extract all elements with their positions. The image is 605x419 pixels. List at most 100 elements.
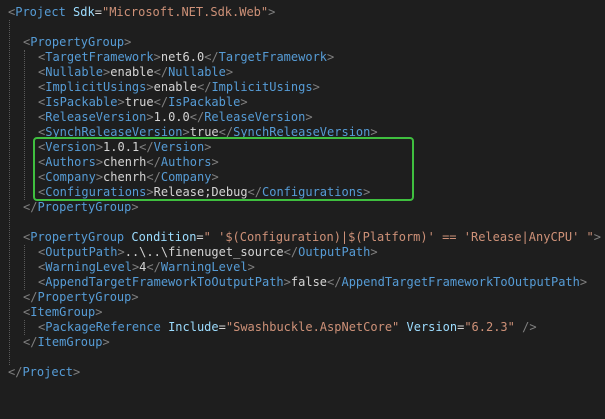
code-line: <PropertyGroup Condition=" '$(Configurat… (23, 230, 601, 245)
code-line: <WarningLevel>4</WarningLevel> (38, 260, 255, 275)
tag-name: PropertyGroup (30, 230, 125, 244)
attribute-value: " '$(Configuration)|$(Platform)' == 'Rel… (203, 230, 594, 244)
equals-sign: = (94, 5, 102, 19)
tag-bracket: </ (283, 245, 299, 259)
tag-bracket: > (124, 35, 132, 49)
closing-tag-name: ItemGroup (37, 335, 103, 349)
attribute-value: "Swashbuckle.AspNetCore" (225, 320, 400, 334)
tag-bracket: </ (189, 110, 205, 124)
tag-bracket: </ (153, 95, 169, 109)
tag-bracket: > (247, 260, 255, 274)
tag-bracket: </ (8, 365, 23, 379)
indent-guide (24, 245, 25, 290)
element-value: true (124, 95, 154, 109)
closing-tag-name: OutputPath (298, 245, 371, 259)
code-line: </Project> (8, 365, 80, 380)
attribute-name: Sdk (73, 5, 95, 19)
attribute-value: "6.2.3" (464, 320, 515, 334)
code-line: <ReleaseVersion>1.0.0</ReleaseVersion> (38, 110, 313, 125)
code-line: <OutputPath>..\..\finenuget_source</Outp… (38, 245, 378, 260)
code-line: </ItemGroup> (23, 335, 110, 350)
closing-tag-name: PropertyGroup (37, 200, 132, 214)
element-value: false (290, 275, 328, 289)
attribute-value: "Microsoft.NET.Sdk.Web" (101, 5, 269, 19)
tag-bracket: > (283, 275, 291, 289)
code-line: <TargetFramework>net6.0</TargetFramework… (38, 50, 334, 65)
code-line: <ItemGroup> (23, 305, 103, 320)
tag-bracket: > (146, 110, 154, 124)
closing-tag-name: TargetFramework (218, 50, 328, 64)
closing-tag-name: WarningLevel (160, 260, 248, 274)
tag-bracket: > (117, 245, 125, 259)
tag-name: ImplicitUsings (45, 80, 147, 94)
tag-name: WarningLevel (45, 260, 132, 274)
closing-tag-name: IsPackable (168, 95, 241, 109)
tag-bracket: /> (514, 320, 537, 334)
tag-bracket: > (131, 200, 139, 214)
closing-tag-name: PropertyGroup (37, 290, 132, 304)
code-line: <Nullable>enable</Nullable> (38, 65, 233, 80)
highlight-box (33, 137, 414, 201)
code-line: </PropertyGroup> (23, 200, 139, 215)
closing-tag-name: AppendTargetFrameworkToOutputPath (341, 275, 580, 289)
attribute-name: Include (168, 320, 219, 334)
code-line: <AppendTargetFrameworkToOutputPath>false… (38, 275, 587, 290)
tag-bracket: </ (146, 260, 161, 274)
tag-bracket: > (268, 5, 276, 19)
attribute-name: Version (406, 320, 458, 334)
code-line: <PackageReference Include="Swashbuckle.A… (38, 320, 537, 335)
closing-tag-name: ImplicitUsings (211, 80, 313, 94)
equals-sign: = (196, 230, 204, 244)
tag-bracket: > (153, 50, 161, 64)
tag-bracket: </ (23, 290, 38, 304)
tag-name: IsPackable (45, 95, 118, 109)
indent-guide (24, 320, 25, 335)
element-value: enable (110, 65, 154, 79)
indent-guide (9, 20, 10, 365)
tag-bracket: > (225, 65, 234, 79)
attribute-name: Condition (131, 230, 197, 244)
tag-bracket: > (117, 95, 125, 109)
tag-bracket: > (593, 230, 602, 244)
tag-bracket: </ (204, 50, 219, 64)
tag-bracket: > (73, 365, 81, 379)
code-line: <ImplicitUsings>enable</ImplicitUsings> (38, 80, 320, 95)
tag-bracket: </ (196, 80, 212, 94)
tag-bracket: > (579, 275, 588, 289)
tag-bracket: > (95, 305, 103, 319)
tag-bracket: > (370, 245, 378, 259)
tag-name: PackageReference (45, 320, 161, 334)
code-line: <IsPackable>true</IsPackable> (38, 95, 248, 110)
code-editor[interactable]: <Project Sdk="Microsoft.NET.Sdk.Web"> <Pr… (0, 0, 605, 419)
element-value: ..\..\finenuget_source (124, 245, 284, 259)
tag-name: OutputPath (45, 245, 118, 259)
tag-name: PropertyGroup (30, 35, 125, 49)
tag-bracket: > (312, 80, 320, 94)
tag-name: ItemGroup (30, 305, 96, 319)
tag-bracket: > (305, 110, 313, 124)
tag-name: AppendTargetFrameworkToOutputPath (45, 275, 284, 289)
closing-tag-name: ReleaseVersion (204, 110, 306, 124)
element-value: net6.0 (160, 50, 205, 64)
code-line: </PropertyGroup> (23, 290, 139, 305)
indent-guide (24, 50, 25, 200)
tag-bracket: </ (23, 200, 38, 214)
tag-bracket: </ (23, 335, 38, 349)
tag-name: TargetFramework (45, 50, 154, 64)
tag-name: ReleaseVersion (45, 110, 147, 124)
tag-name: Project (15, 5, 66, 19)
closing-tag-name: Nullable (168, 65, 226, 79)
tag-bracket: </ (153, 65, 169, 79)
tag-bracket: > (327, 50, 335, 64)
equals-sign: = (218, 320, 226, 334)
tag-bracket: > (146, 80, 154, 94)
code-line: <Project Sdk="Microsoft.NET.Sdk.Web"> (8, 5, 275, 20)
closing-tag-name: Project (22, 365, 74, 379)
tag-name: Nullable (45, 65, 104, 79)
element-value: 1.0.0 (153, 110, 190, 124)
code-line: <PropertyGroup> (23, 35, 131, 50)
tag-bracket: > (131, 290, 139, 304)
element-value: enable (153, 80, 197, 94)
tag-bracket: </ (327, 275, 342, 289)
tag-bracket: > (102, 335, 110, 349)
